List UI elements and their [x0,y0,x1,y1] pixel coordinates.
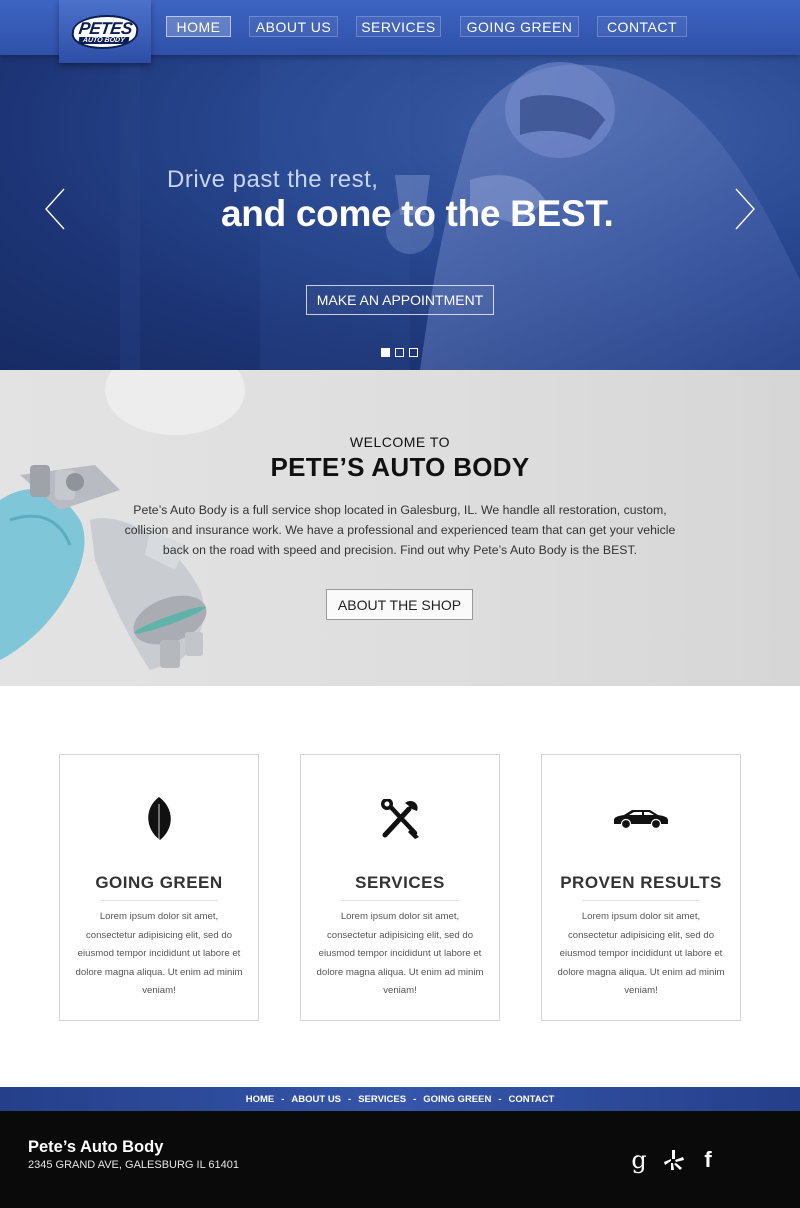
facebook-icon[interactable]: f [697,1147,719,1173]
footer-address: 2345 GRAND AVE, GALESBURG IL 61401 [28,1159,239,1171]
footer-nav-about-us[interactable]: ABOUT US [291,1094,341,1105]
google-icon[interactable]: g [628,1147,650,1173]
feature-card-going-green[interactable]: GOING GREEN Lorem ipsum dolor sit amet, … [59,754,259,1021]
hero-slider: PETES AUTO BODY HOME ABOUT US SERVICES G… [0,0,800,370]
slider-dots [381,348,418,357]
footer-nav-home[interactable]: HOME [246,1094,275,1105]
leaf-icon [60,793,258,845]
slider-dot-2[interactable] [395,348,404,357]
welcome-pretitle: WELCOME TO [349,434,451,450]
welcome-title: PETE’S AUTO BODY [270,452,530,482]
logo-badge: PETES AUTO BODY [69,14,141,49]
footer-business-name: Pete’s Auto Body [28,1138,164,1156]
footer-separator: - [348,1093,352,1105]
welcome-description: Pete’s Auto Body is a full service shop … [124,503,676,557]
hero-headline: and come to the BEST. [221,193,614,234]
hero-tagline: Drive past the rest, [167,166,379,193]
nav-services[interactable]: SERVICES [356,16,441,37]
car-icon [542,793,740,845]
tools-icon [301,793,499,845]
logo-subtext: AUTO BODY [78,36,130,43]
divider [341,900,459,901]
nav-going-green[interactable]: GOING GREEN [460,16,579,37]
feature-title: GOING GREEN [95,873,223,892]
nav-home[interactable]: HOME [166,16,231,37]
divider [100,900,218,901]
feature-title: PROVEN RESULTS [560,873,722,892]
yelp-icon[interactable] [663,1147,685,1173]
slider-dot-1[interactable] [381,348,390,357]
footer-nav: HOME - ABOUT US - SERVICES - GOING GREEN… [0,1087,800,1111]
about-the-shop-button[interactable]: ABOUT THE SHOP [326,589,473,620]
feature-text: Lorem ipsum dolor sit amet, consectetur … [316,911,484,997]
logo-text: PETES [77,18,134,37]
feature-text: Lorem ipsum dolor sit amet, consectetur … [75,911,243,997]
slider-prev-arrow-icon[interactable] [44,188,66,230]
feature-text: Lorem ipsum dolor sit amet, consectetur … [557,911,725,997]
feature-card-services[interactable]: SERVICES Lorem ipsum dolor sit amet, con… [300,754,500,1021]
footer-separator: - [281,1093,285,1105]
nav-contact[interactable]: CONTACT [597,16,687,37]
feature-title: SERVICES [355,873,445,892]
logo[interactable]: PETES AUTO BODY [59,0,151,63]
footer-nav-going-green[interactable]: GOING GREEN [423,1094,491,1105]
nav-about-us[interactable]: ABOUT US [249,16,338,37]
make-appointment-button[interactable]: MAKE AN APPOINTMENT [306,285,494,315]
footer-nav-services[interactable]: SERVICES [358,1094,406,1105]
divider [582,900,700,901]
slider-next-arrow-icon[interactable] [734,188,756,230]
site-footer: Pete’s Auto Body 2345 GRAND AVE, GALESBU… [0,1111,800,1208]
footer-separator: - [498,1093,502,1105]
slider-dot-3[interactable] [409,348,418,357]
welcome-section: WELCOME TO PETE’S AUTO BODY Pete’s Auto … [0,370,800,686]
footer-separator: - [413,1093,417,1105]
footer-nav-contact[interactable]: CONTACT [509,1094,555,1105]
feature-card-proven-results[interactable]: PROVEN RESULTS Lorem ipsum dolor sit ame… [541,754,741,1021]
